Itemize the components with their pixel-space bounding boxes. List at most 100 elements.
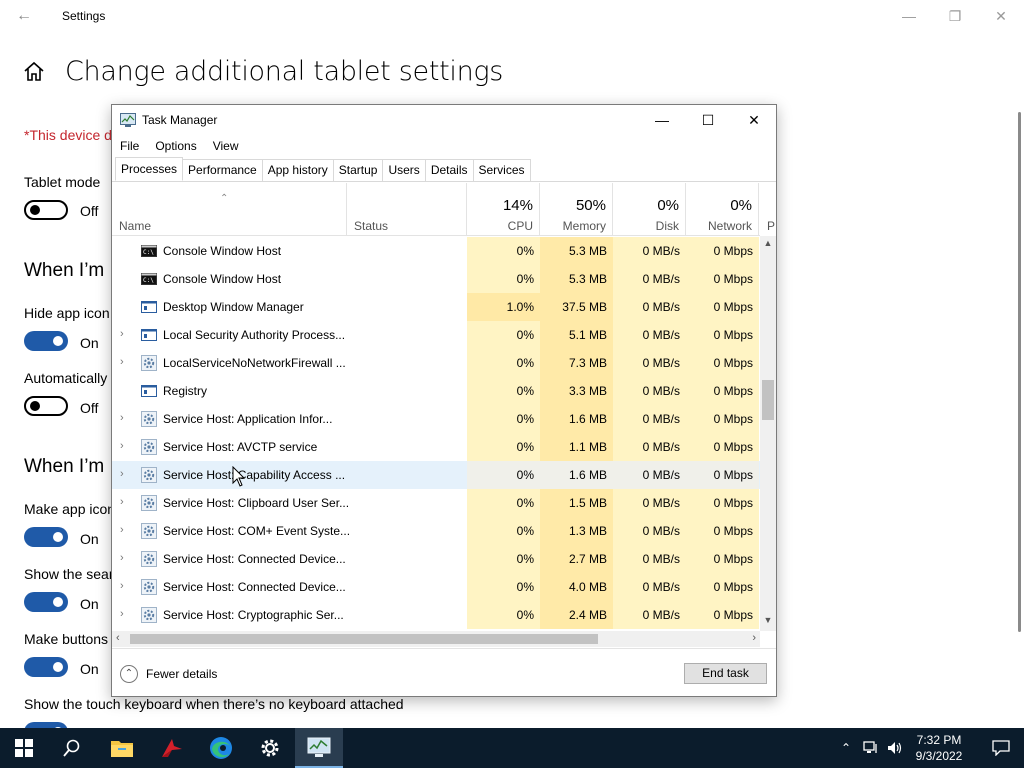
process-memory: 1.3 MB (540, 517, 613, 545)
menu-options[interactable]: Options (147, 136, 204, 158)
table-row[interactable]: › Service Host: Connected Device... 0% 2.7 … (112, 545, 760, 573)
make-app-icons-label: Make app icon (24, 501, 116, 517)
hide-app-icons-toggle[interactable] (24, 331, 68, 351)
menu-bar: File Options View (112, 136, 247, 158)
table-row[interactable]: › Service Host: Clipboard User Ser... 0% 1.… (112, 489, 760, 517)
home-icon[interactable] (22, 60, 46, 84)
minimize-icon[interactable]: — (639, 105, 685, 135)
table-row[interactable]: › LocalServiceNoNetworkFirewall ... 0% 7.3 … (112, 349, 760, 377)
chevron-up-circle-icon[interactable]: ⌃ (120, 665, 138, 683)
edge-icon[interactable] (197, 728, 245, 768)
menu-file[interactable]: File (112, 136, 147, 158)
table-row[interactable]: Desktop Window Manager 1.0% 37.5 MB 0 MB/s 0… (112, 293, 760, 321)
expand-chevron-icon[interactable]: › (120, 468, 130, 480)
device-warning-text: *This device do (24, 127, 120, 143)
automatically-toggle[interactable] (24, 396, 68, 416)
column-header-memory[interactable]: 50% Memory (540, 183, 613, 235)
process-disk: 0 MB/s (613, 545, 686, 573)
app-icon[interactable] (148, 728, 196, 768)
expand-chevron-icon[interactable]: › (120, 440, 130, 452)
window-icon (141, 299, 157, 315)
column-header-status[interactable]: Status (347, 183, 467, 235)
start-icon[interactable] (0, 728, 48, 768)
scroll-down-icon[interactable]: ▼ (760, 615, 776, 629)
make-app-icons-toggle[interactable] (24, 527, 68, 547)
table-row[interactable]: Registry 0% 3.3 MB 0 MB/s 0 Mbps (112, 377, 760, 405)
show-search-toggle[interactable] (24, 592, 68, 612)
column-header-disk[interactable]: 0% Disk (613, 183, 686, 235)
table-row[interactable]: › Local Security Authority Process... 0% 5.… (112, 321, 760, 349)
process-memory: 37.5 MB (540, 293, 613, 321)
table-row[interactable]: › Service Host: Connected Device... 0% 4.0 … (112, 573, 760, 601)
expand-chevron-icon[interactable]: › (120, 580, 130, 592)
clock[interactable]: 7:32 PM 9/3/2022 (908, 732, 970, 764)
table-row[interactable]: › Service Host: Capability Access ... 0% 1.… (112, 461, 760, 489)
close-icon[interactable]: ✕ (731, 105, 777, 135)
table-row[interactable]: › Service Host: Cryptographic Ser... 0% 2.4… (112, 601, 760, 629)
horizontal-scroll-thumb[interactable] (130, 634, 598, 644)
tablet-mode-toggle[interactable] (24, 200, 68, 220)
process-network: 0 Mbps (686, 405, 759, 433)
horizontal-scrollbar[interactable]: ‹ › (112, 631, 760, 647)
settings-scrollbar[interactable] (1018, 112, 1021, 632)
restore-icon[interactable]: ❐ (932, 0, 978, 32)
tab-app-history[interactable]: App history (261, 159, 334, 181)
tab-users[interactable]: Users (382, 159, 426, 181)
make-buttons-toggle[interactable] (24, 657, 68, 677)
process-memory: 3.3 MB (540, 377, 613, 405)
expand-chevron-icon[interactable]: › (120, 524, 130, 536)
table-row[interactable]: C:\ Console Window Host 0% 5.3 MB 0 MB/s 0 Mb… (112, 265, 760, 293)
task-manager-icon[interactable] (295, 728, 343, 768)
maximize-icon[interactable]: ☐ (685, 105, 731, 135)
close-icon[interactable]: ✕ (978, 0, 1024, 32)
expand-chevron-icon[interactable]: › (120, 552, 130, 564)
process-disk: 0 MB/s (613, 377, 686, 405)
tab-services[interactable]: Services (472, 159, 531, 181)
column-header-name[interactable]: Name (112, 183, 347, 235)
search-icon[interactable] (48, 728, 96, 768)
process-network: 0 Mbps (686, 461, 759, 489)
notifications-icon[interactable] (978, 728, 1024, 768)
tab-startup[interactable]: Startup (332, 159, 384, 181)
column-header-power[interactable]: P (759, 183, 776, 235)
process-network: 0 Mbps (686, 349, 759, 377)
settings-gear-icon[interactable] (246, 728, 294, 768)
volume-icon[interactable] (884, 728, 906, 768)
show-hidden-icons-chevron-icon[interactable]: ⌃ (836, 728, 856, 768)
hide-app-icons-label: Hide app icon (24, 305, 110, 321)
fewer-details-link[interactable]: Fewer details (146, 667, 217, 681)
expand-chevron-icon[interactable]: › (120, 608, 130, 620)
process-network: 0 Mbps (686, 321, 759, 349)
scroll-left-icon[interactable]: ‹ (116, 632, 120, 644)
task-manager-titlebar[interactable]: Task Manager — ☐ ✕ (112, 105, 776, 135)
scroll-up-icon[interactable]: ▲ (760, 238, 776, 252)
vertical-scrollbar[interactable]: ▲ ▼ (760, 236, 776, 631)
expand-chevron-icon[interactable]: › (120, 328, 130, 340)
column-header-cpu[interactable]: 14% CPU (467, 183, 540, 235)
process-disk: 0 MB/s (613, 349, 686, 377)
column-header-network[interactable]: 0% Network (686, 183, 759, 235)
menu-view[interactable]: View (205, 136, 247, 158)
table-row[interactable]: › Service Host: AVCTP service 0% 1.1 MB 0 MB… (112, 433, 760, 461)
expand-chevron-icon[interactable]: › (120, 356, 130, 368)
scroll-right-icon[interactable]: › (752, 632, 756, 644)
expand-chevron-icon[interactable]: › (120, 412, 130, 424)
process-status (347, 237, 467, 265)
hide-app-icons-state: On (80, 335, 99, 351)
minimize-icon[interactable]: — (886, 0, 932, 32)
tab-performance[interactable]: Performance (182, 159, 263, 181)
network-icon[interactable] (860, 728, 882, 768)
process-network: 0 Mbps (686, 517, 759, 545)
expand-chevron-icon[interactable]: › (120, 496, 130, 508)
tab-processes[interactable]: Processes (115, 157, 184, 181)
back-arrow-icon[interactable]: ← (12, 6, 36, 26)
memory-label: Memory (562, 219, 606, 233)
process-memory: 2.4 MB (540, 601, 613, 629)
table-row[interactable]: C:\ Console Window Host 0% 5.3 MB 0 MB/s 0 Mb… (112, 237, 760, 265)
vertical-scroll-thumb[interactable] (762, 380, 774, 420)
tab-details[interactable]: Details (424, 159, 474, 181)
table-row[interactable]: › Service Host: Application Infor... 0% 1.6… (112, 405, 760, 433)
table-row[interactable]: › Service Host: COM+ Event Syste... 0% 1.3 … (112, 517, 760, 545)
end-task-button[interactable]: End task (684, 663, 767, 684)
file-explorer-icon[interactable] (98, 728, 146, 768)
